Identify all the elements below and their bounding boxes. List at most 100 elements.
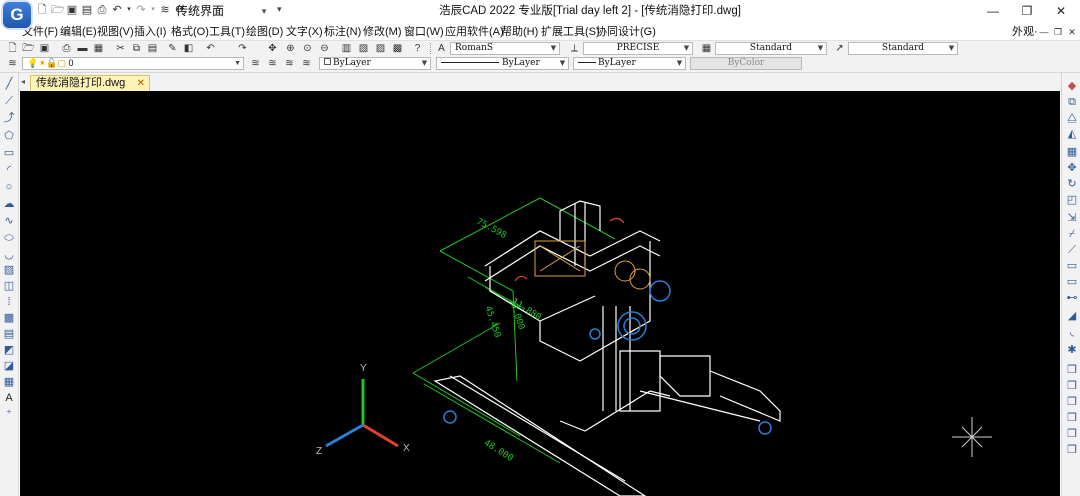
line-icon[interactable]: ╱ [2,77,16,91]
explode-icon[interactable]: ✱ [1065,343,1079,357]
break-icon[interactable]: ▭ [1065,275,1079,289]
array-icon[interactable]: ▦ [1065,145,1079,159]
print-preview-icon[interactable]: ▬ [76,42,89,55]
bring-text-front-icon[interactable]: ❐ [1065,443,1079,457]
workspace-dropdown[interactable]: 传统界面 ▼ [176,3,272,20]
layer-states-icon[interactable]: ≋ [283,57,296,70]
redo-icon[interactable]: ↷ [135,4,147,16]
cut-icon[interactable]: ✂ [114,42,127,55]
spline-icon[interactable]: ∿ [2,214,16,228]
save-icon[interactable]: ▣ [66,4,78,16]
tab-list-icon[interactable]: ◂ [21,77,25,86]
mirror-icon[interactable]: ⧋ [1065,111,1079,125]
menu-help[interactable]: 帮助(H) [501,24,538,40]
move-icon[interactable]: ✥ [1065,161,1079,175]
layers-icon[interactable]: ≋ [159,4,171,16]
dimension-style-icon[interactable]: ⟂ [568,42,581,55]
menu-tools[interactable]: 工具(T) [209,24,245,40]
mtext-icon[interactable]: A [2,391,16,405]
menu-window[interactable]: 窗口(W) [404,24,444,40]
new-icon[interactable]: 🗋 [36,4,48,16]
hatch-icon[interactable]: ▩ [2,311,16,325]
join-icon[interactable]: ⊷ [1065,291,1079,305]
multileader-style-icon[interactable]: ↗ [833,42,846,55]
table-style-select[interactable]: Standard ▼ [715,42,827,55]
chamfer-icon[interactable]: ◢ [1065,309,1079,323]
lineweight-select[interactable]: ByLayer ▼ [573,57,686,70]
arc-icon[interactable]: ◜ [2,163,16,177]
doc-close-button[interactable]: ✕ [1066,24,1078,40]
new-icon[interactable]: 🗋 [6,42,19,55]
multileader-style-select[interactable]: Standard ▼ [848,42,958,55]
menu-text[interactable]: 文字(X) [286,24,323,40]
ellipse-icon[interactable]: ⬭ [2,231,16,245]
wipeout-icon[interactable]: ◪ [2,359,16,373]
match-properties-icon[interactable]: ✎ [166,42,179,55]
restore-button[interactable]: ❐ [1010,0,1044,22]
print-icon[interactable]: ⎙ [96,4,108,16]
menu-extension-tools[interactable]: 扩展工具(S) [541,24,600,40]
draworder-below-icon[interactable]: ❐ [1065,427,1079,441]
draworder-front-icon[interactable]: ❐ [1065,379,1079,393]
customize-quick-access-icon[interactable]: ▾ [277,4,282,15]
rectangle-icon[interactable]: ▭ [2,146,16,160]
appearance-menu[interactable]: 外观· [1012,24,1038,40]
menu-view[interactable]: 视图(V) [97,24,134,40]
undo-dropdown-icon[interactable]: ▾ [126,4,132,16]
erase-icon[interactable]: ◆ [1065,79,1079,93]
close-icon[interactable]: ✕ [137,76,145,91]
publish-icon[interactable]: ▦ [92,42,105,55]
help-icon[interactable]: ? [411,42,424,55]
tool-palettes-icon[interactable]: ▨ [374,42,387,55]
redo-icon[interactable]: ↷ [236,42,249,55]
doc-minimize-button[interactable]: — [1038,24,1050,40]
polyline-icon[interactable]: ⤴ [2,111,16,125]
make-block-icon[interactable]: ◫ [2,279,16,293]
gradient-icon[interactable]: ▤ [2,327,16,341]
menu-insert[interactable]: 插入(I) [134,24,166,40]
text-style-icon[interactable]: A [435,42,448,55]
add-selected-icon[interactable]: ⁺ [2,407,16,421]
menu-applications[interactable]: 应用软件(A) [445,24,504,40]
minimize-button[interactable]: — [976,0,1010,22]
ellipse-arc-icon[interactable]: ◡ [2,248,16,262]
paste-icon[interactable]: ▤ [146,42,159,55]
draworder-icon[interactable]: ❐ [1065,363,1079,377]
color-select[interactable]: ByLayer ▼ [319,57,431,70]
zoom-window-icon[interactable]: ⊙ [301,42,314,55]
table-icon[interactable]: ▦ [2,375,16,389]
layer-manager-icon[interactable]: ≋ [6,57,19,70]
properties-icon[interactable]: ▥ [340,42,353,55]
toolbar-grip[interactable] [430,43,433,54]
block-editor-icon[interactable]: ◧ [182,42,195,55]
pan-icon[interactable]: ✥ [266,42,279,55]
break-point-icon[interactable]: ▭ [1065,259,1079,273]
scale-icon[interactable]: ◰ [1065,193,1079,207]
undo-icon[interactable]: ↶ [204,42,217,55]
draworder-back-icon[interactable]: ❐ [1065,395,1079,409]
save-as-icon[interactable]: ▤ [81,4,93,16]
zoom-previous-icon[interactable]: ⊖ [318,42,331,55]
layer-isolate-icon[interactable]: ≋ [300,57,313,70]
revcloud-icon[interactable]: ☁ [2,197,16,211]
linetype-select[interactable]: ByLayer ▼ [436,57,569,70]
construction-line-icon[interactable]: ⟋ [2,94,16,108]
insert-block-icon[interactable]: ▨ [2,263,16,277]
open-icon[interactable]: 🗁 [22,42,35,55]
menu-dimension[interactable]: 标注(N) [324,24,361,40]
open-icon[interactable]: 🗁 [51,4,65,16]
trim-icon[interactable]: ⌿ [1065,227,1079,241]
stretch-icon[interactable]: ⇲ [1065,211,1079,225]
design-center-icon[interactable]: ▧ [357,42,370,55]
menu-collaboration[interactable]: 协同设计(G) [596,24,656,40]
point-icon[interactable]: ⁞ [2,295,16,309]
region-icon[interactable]: ◩ [2,343,16,357]
text-style-select[interactable]: RomanS ▼ [450,42,560,55]
app-logo[interactable]: G [3,2,31,28]
fillet-icon[interactable]: ◟ [1065,325,1079,339]
doc-restore-button[interactable]: ❐ [1052,24,1064,40]
redo-dropdown-icon[interactable]: ▾ [150,4,156,16]
menu-draw[interactable]: 绘图(D) [246,24,283,40]
layer-select[interactable]: 💡☀🔓▢ 0 ▼ [22,57,244,70]
layer-previous-icon[interactable]: ≋ [266,57,279,70]
